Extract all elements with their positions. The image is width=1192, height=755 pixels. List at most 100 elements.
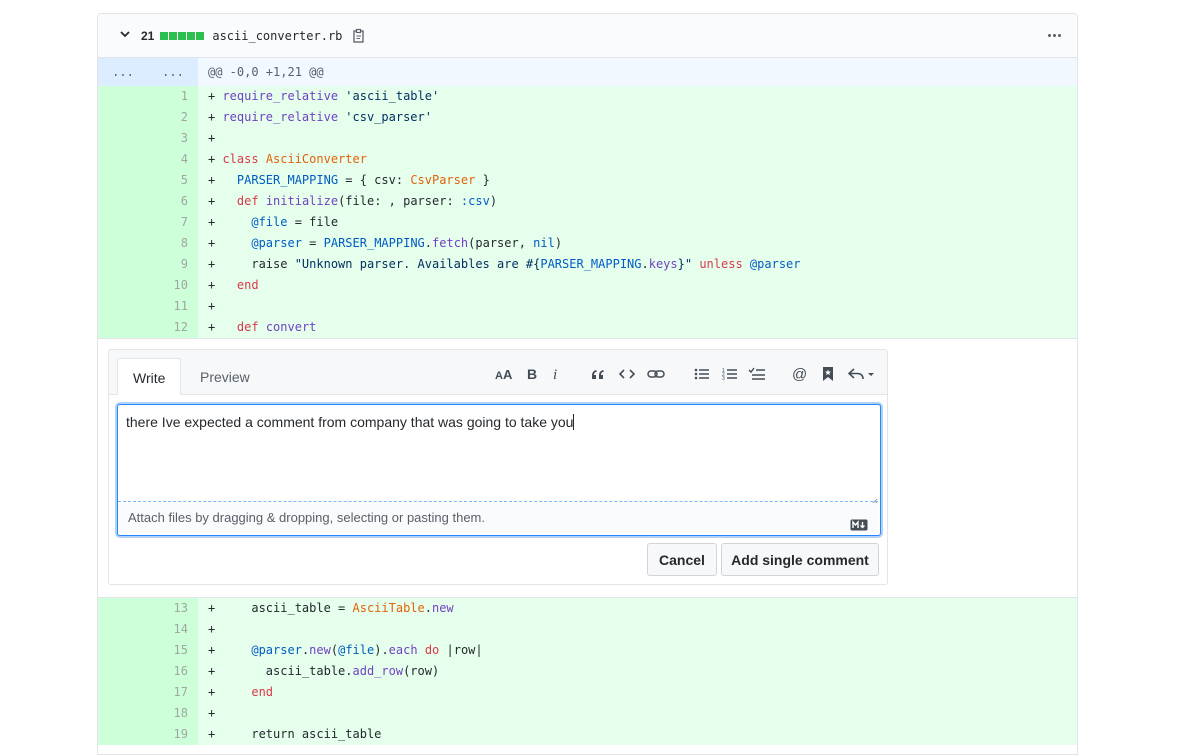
comment-textarea[interactable]: there Ive expected a comment from compan… — [118, 405, 878, 502]
new-line-number[interactable]: 4 — [148, 149, 198, 170]
cancel-button[interactable]: Cancel — [647, 543, 717, 576]
chevron-down-icon[interactable] — [118, 28, 132, 43]
code-token: end — [251, 685, 274, 699]
diffstat-bar — [160, 31, 169, 40]
diff-line: 18 + — [98, 703, 1077, 724]
code-token: (row) — [403, 664, 440, 678]
code-token: AsciiConverter — [265, 152, 367, 166]
new-line-number[interactable]: 3 — [148, 128, 198, 149]
bold-icon[interactable]: B — [522, 364, 542, 384]
ordered-list-icon[interactable]: 123 — [720, 364, 740, 384]
new-line-number[interactable]: 12 — [148, 317, 198, 338]
new-line-number[interactable]: 8 — [148, 233, 198, 254]
code-token: ( — [330, 643, 339, 657]
old-line-number — [98, 703, 148, 724]
code-token: 'ascii_table' — [345, 89, 440, 103]
old-line-number — [98, 107, 148, 128]
code-token: + — [208, 706, 216, 720]
link-icon[interactable] — [646, 364, 666, 384]
code-content: + end — [198, 682, 1077, 703]
diff-line: 4 + class AsciiConverter — [98, 149, 1077, 170]
hunk-header: ... ... @@ -0,0 +1,21 @@ — [98, 58, 1077, 86]
code-token: 'csv_parser' — [345, 110, 432, 124]
new-line-number[interactable]: 18 — [148, 703, 198, 724]
code-token: = — [301, 236, 324, 250]
reply-icon[interactable] — [846, 364, 878, 384]
new-line-number[interactable]: 16 — [148, 661, 198, 682]
markdown-icon[interactable] — [850, 512, 868, 542]
svg-text:i: i — [553, 367, 557, 381]
old-line-number — [98, 317, 148, 338]
comment-tabs: Write Preview AA B i 1 2 3 @ — [109, 350, 887, 395]
new-line-number[interactable]: 15 — [148, 640, 198, 661]
clipboard-icon[interactable] — [352, 28, 366, 44]
diff-lines-bottom: 13 + ascii_table = AsciiTable.new 14 +15 + @… — [98, 598, 1077, 745]
new-line-number[interactable]: 17 — [148, 682, 198, 703]
new-line-number[interactable]: 7 — [148, 212, 198, 233]
new-line-number[interactable]: 5 — [148, 170, 198, 191]
italic-icon[interactable]: i — [547, 364, 567, 384]
tab-preview[interactable]: Preview — [185, 358, 265, 394]
new-line-number[interactable]: 19 — [148, 724, 198, 745]
old-line-number — [98, 275, 148, 296]
new-line-number[interactable]: 14 — [148, 619, 198, 640]
code-content: + @parser = PARSER_MAPPING.fetch(parser,… — [198, 233, 1077, 254]
svg-text:A: A — [503, 367, 513, 381]
code-content: + — [198, 296, 1077, 317]
code-token: keys — [648, 257, 678, 271]
expand-down-button[interactable]: ... — [148, 58, 198, 86]
attach-files-area[interactable]: Attach files by dragging & dropping, sel… — [118, 503, 878, 533]
kebab-horizontal-icon[interactable] — [1048, 34, 1061, 37]
svg-text:@: @ — [792, 366, 807, 382]
old-line-number — [98, 661, 148, 682]
resize-handle-icon[interactable] — [870, 493, 878, 506]
new-line-number[interactable]: 2 — [148, 107, 198, 128]
diff-line: 14 + — [98, 619, 1077, 640]
reference-icon[interactable] — [818, 364, 838, 384]
code-token: @parser — [251, 236, 302, 250]
tab-write[interactable]: Write — [117, 358, 182, 395]
code-token: + — [208, 152, 223, 166]
quote-icon[interactable] — [588, 364, 608, 384]
code-content: + raise "Unknown parser. Availables are … — [198, 254, 1077, 275]
code-content: + ascii_table.add_row(row) — [198, 661, 1077, 682]
old-line-number — [98, 233, 148, 254]
diff-file: 21 ascii_converter.rb ... ... @@ -0,0 +1… — [97, 13, 1078, 755]
code-token: ). — [374, 643, 389, 657]
code-token: (parser, — [468, 236, 534, 250]
svg-text:B: B — [527, 367, 537, 381]
mention-icon[interactable]: @ — [790, 364, 810, 384]
attach-hint: Attach files by dragging & dropping, sel… — [128, 510, 485, 525]
code-content: + ascii_table = AsciiTable.new — [198, 598, 1077, 619]
code-content: + def initialize(file: , parser: :csv) — [198, 191, 1077, 212]
add-single-comment-button[interactable]: Add single comment — [721, 543, 879, 576]
diff-line: 7 + @file = file — [98, 212, 1077, 233]
diff-line: 19 + return ascii_table — [98, 724, 1077, 745]
new-line-number[interactable]: 9 — [148, 254, 198, 275]
code-token: :csv — [460, 194, 490, 208]
expand-up-button[interactable]: ... — [98, 58, 148, 86]
file-name[interactable]: ascii_converter.rb — [212, 29, 342, 43]
code-token: convert — [265, 320, 317, 334]
code-token: class — [222, 152, 259, 166]
diffstat-bar — [196, 31, 205, 40]
text-caret — [573, 414, 575, 430]
new-line-number[interactable]: 13 — [148, 598, 198, 619]
new-line-number[interactable]: 11 — [148, 296, 198, 317]
code-token: require_relative — [222, 89, 339, 103]
diff-line: 8 + @parser = PARSER_MAPPING.fetch(parser… — [98, 233, 1077, 254]
unordered-list-icon[interactable] — [692, 364, 712, 384]
new-line-number[interactable]: 10 — [148, 275, 198, 296]
code-token: add_row — [352, 664, 404, 678]
code-icon[interactable] — [617, 364, 637, 384]
code-token: } — [475, 173, 490, 187]
tasklist-icon[interactable] — [747, 364, 767, 384]
new-line-number[interactable]: 6 — [148, 191, 198, 212]
old-line-number — [98, 682, 148, 703]
old-line-number — [98, 191, 148, 212]
diff-line: 13 + ascii_table = AsciiTable.new — [98, 598, 1077, 619]
text-size-icon[interactable]: AA — [494, 364, 516, 384]
code-token: each — [388, 643, 418, 657]
new-line-number[interactable]: 1 — [148, 86, 198, 107]
